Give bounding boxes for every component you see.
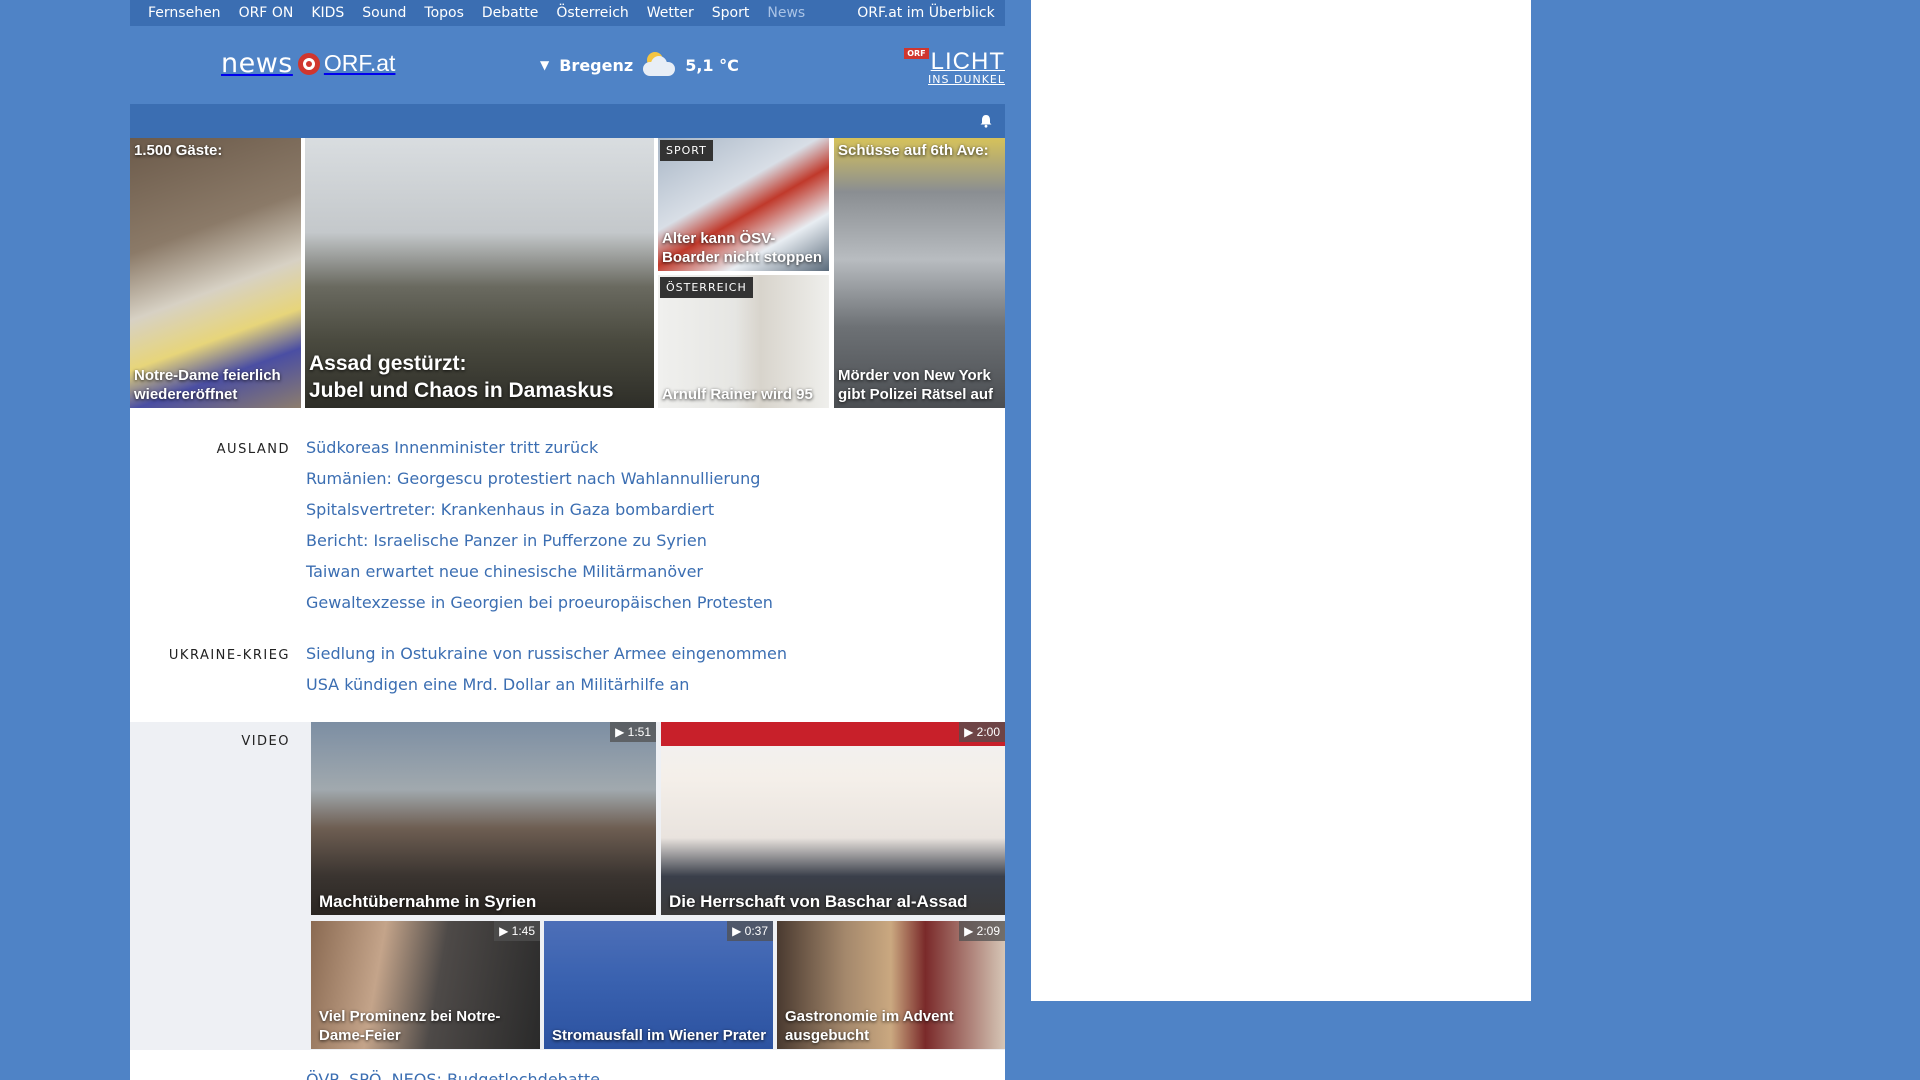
orf-ring-icon [297, 52, 320, 75]
weather-widget[interactable]: ▼ Bregenz 5,1 °C [540, 52, 739, 78]
video-duration: ▶ 2:00 [959, 722, 1005, 742]
news-orf-logo[interactable]: news ORF.at [221, 48, 395, 79]
headline-link[interactable]: Siedlung in Ostukraine von russischer Ar… [306, 638, 787, 669]
headline-link[interactable]: Bericht: Israelische Panzer in Pufferzon… [306, 525, 773, 556]
video-tile[interactable]: ▶ 1:45 Viel Prominenz bei Notre-Dame-Fei… [311, 921, 540, 1049]
story-oesterreich[interactable]: ÖSTERREICH Arnulf Rainer wird 95 [658, 275, 829, 408]
licht-title: LICHT [930, 48, 1005, 75]
headline-link[interactable]: Taiwan erwartet neue chinesische Militär… [306, 556, 773, 587]
nav-topos[interactable]: Topos [406, 5, 463, 21]
partly-cloudy-icon [641, 52, 677, 78]
story-new-york[interactable]: Schüsse auf 6th Ave: Mörder von New York… [834, 138, 1005, 408]
section-badge: SPORT [660, 140, 713, 161]
site-header: news ORF.at ▼ Bregenz 5,1 °C ORF LICHT IN… [130, 26, 1005, 104]
headline-link[interactable]: ÖVP, SPÖ, NEOS: Budgetlochdebatte [306, 1070, 600, 1080]
headline-link[interactable]: Rumänien: Georgescu protestiert nach Wah… [306, 463, 773, 494]
video-duration: ▶ 1:45 [494, 921, 540, 941]
video-title: Viel Prominenz bei Notre-Dame-Feier [319, 1008, 501, 1044]
main-content: 1.500 Gäste: Notre-Dame feierlich wieder… [130, 138, 1005, 1080]
video-duration: ▶ 1:51 [610, 722, 656, 742]
nav-news[interactable]: News [749, 5, 805, 21]
nav-orf-on[interactable]: ORF ON [221, 5, 294, 21]
video-thumbnail [661, 722, 1005, 915]
nav-sport[interactable]: Sport [694, 5, 750, 21]
header-bar [130, 104, 1005, 138]
weather-location: Bregenz [559, 55, 634, 75]
caption-line-1: Assad gestürzt: [309, 352, 467, 375]
headline-link[interactable]: Spitalsvertreter: Krankenhaus in Gaza bo… [306, 494, 773, 525]
logo-orf-text: ORF.at [323, 50, 396, 76]
section-label-ukraine: UKRAINE-KRIEG [168, 648, 290, 663]
weather-temperature: 5,1 °C [685, 55, 739, 75]
story-caption: Alter kann ÖSV-Boarder nicht stoppen [662, 230, 823, 266]
headline-link[interactable]: USA kündigen eine Mrd. Dollar an Militär… [306, 669, 787, 700]
story-sport[interactable]: SPORT Alter kann ÖSV-Boarder nicht stopp… [658, 138, 829, 271]
section-label-video: VIDEO [241, 734, 290, 749]
video-title: Die Herrschaft von Baschar al-Assad [669, 892, 968, 911]
licht-ins-dunkel-logo[interactable]: ORF LICHT INS DUNKEL [904, 48, 1005, 86]
video-tile[interactable]: ▶ 2:00 Die Herrschaft von Baschar al-Ass… [661, 722, 1005, 915]
video-tile[interactable]: ▶ 2:09 Gastronomie im Advent ausgebucht [777, 921, 1005, 1049]
nav-fernsehen[interactable]: Fernsehen [130, 5, 221, 21]
headline-link[interactable]: Südkoreas Innenminister tritt zurück [306, 432, 773, 463]
bell-icon[interactable] [979, 114, 993, 128]
section-label-ausland: AUSLAND [216, 442, 290, 457]
story-caption: Assad gestürzt: Jubel und Chaos in Damas… [309, 350, 650, 404]
section-badge: ÖSTERREICH [660, 277, 753, 298]
top-navigation: Fernsehen ORF ON KIDS Sound Topos Debatt… [130, 0, 1005, 26]
nav-debatte[interactable]: Debatte [464, 5, 538, 21]
video-duration: ▶ 2:09 [959, 921, 1005, 941]
ukraine-headlines: Siedlung in Ostukraine von russischer Ar… [306, 638, 787, 700]
story-caption: Arnulf Rainer wird 95 [662, 386, 813, 403]
story-caption: Mörder von New York gibt Polizei Rätsel … [838, 367, 994, 403]
nav-sound[interactable]: Sound [344, 5, 406, 21]
story-notre-dame[interactable]: 1.500 Gäste: Notre-Dame feierlich wieder… [130, 138, 301, 408]
story-assad[interactable]: Assad gestürzt: Jubel und Chaos in Damas… [305, 138, 654, 408]
headline-link[interactable]: Gewaltexzesse in Georgien bei proeuropäi… [306, 587, 773, 618]
video-duration: ▶ 0:37 [727, 921, 773, 941]
nav-orf-overview[interactable]: ORF.at im Überblick [839, 5, 994, 21]
story-kicker: 1.500 Gäste: [134, 142, 223, 159]
right-ad-panel [1031, 0, 1531, 1001]
video-title: Gastronomie im Advent ausgebucht [785, 1008, 954, 1044]
ausland-headlines: Südkoreas Innenminister tritt zurück Rum… [306, 432, 773, 618]
video-thumbnail [311, 722, 656, 915]
video-title: Machtübernahme in Syrien [319, 892, 537, 911]
logo-news-text: news [221, 48, 293, 79]
dropdown-triangle-icon: ▼ [540, 58, 550, 72]
video-tile[interactable]: ▶ 0:37 Stromausfall im Wiener Prater [544, 921, 773, 1049]
nav-oesterreich[interactable]: Österreich [538, 5, 628, 21]
orf-badge: ORF [904, 48, 929, 59]
video-tile[interactable]: ▶ 1:51 Machtübernahme in Syrien [311, 722, 656, 915]
story-caption: Notre-Dame feierlich wiedereröffnet [134, 367, 281, 403]
story-kicker: Schüsse auf 6th Ave: [838, 142, 989, 159]
video-title: Stromausfall im Wiener Prater [552, 1027, 767, 1044]
nav-kids[interactable]: KIDS [293, 5, 344, 21]
caption-line-2: Jubel und Chaos in Damaskus [309, 379, 614, 402]
nav-wetter[interactable]: Wetter [629, 5, 694, 21]
